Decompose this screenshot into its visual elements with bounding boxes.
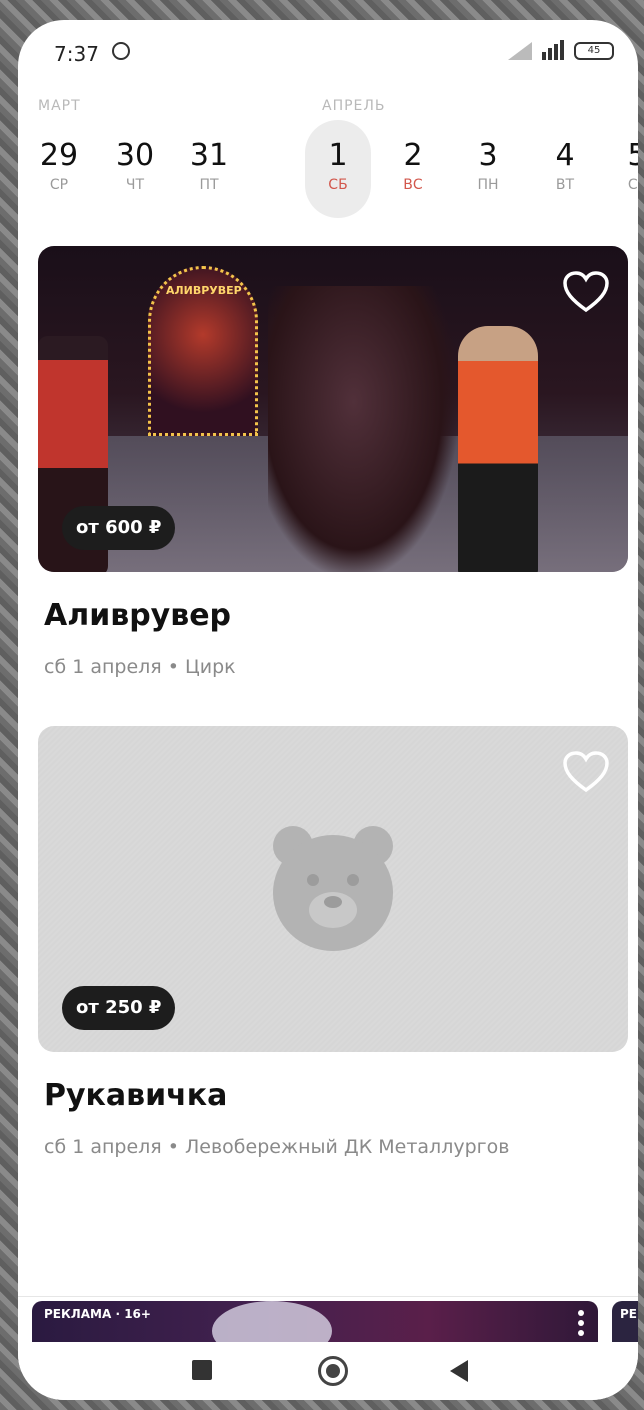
day-number: 3 bbox=[478, 138, 498, 173]
price-badge: от 600 ₽ bbox=[62, 506, 176, 550]
cellular-icon bbox=[542, 40, 564, 60]
day-number: 30 bbox=[115, 138, 155, 173]
phone-screen: 7:37 45 МАРТ АПРЕЛЬ 29 СР 30 ЧТ 31 ПТ 1 … bbox=[18, 20, 638, 1400]
price-badge: от 250 ₽ bbox=[62, 986, 176, 1030]
day-29[interactable]: 29 СР bbox=[26, 120, 92, 218]
favorite-button[interactable] bbox=[560, 266, 612, 318]
performer bbox=[458, 326, 538, 572]
day-number: 1 bbox=[328, 138, 348, 173]
day-number: 29 bbox=[39, 138, 79, 173]
day-weekday: СБ bbox=[328, 177, 348, 193]
square-icon[interactable] bbox=[192, 1360, 212, 1380]
system-nav-bar bbox=[18, 1342, 638, 1400]
day-3[interactable]: 3 ПН bbox=[455, 120, 521, 218]
more-vertical-icon[interactable] bbox=[578, 1309, 584, 1337]
event-image-alivruver[interactable]: АЛИВРУВЕР от 600 ₽ bbox=[38, 246, 628, 572]
day-weekday: СР bbox=[49, 177, 69, 193]
day-30[interactable]: 30 ЧТ bbox=[102, 120, 168, 218]
horse-figure bbox=[268, 286, 458, 572]
alarm-icon bbox=[112, 42, 130, 60]
ad-label: РЕКЛАМА · 16+ bbox=[44, 1307, 151, 1321]
home-circle-icon[interactable] bbox=[318, 1356, 348, 1386]
day-number: 4 bbox=[555, 138, 575, 173]
day-weekday: ПН bbox=[477, 177, 499, 193]
status-time: 7:37 bbox=[54, 42, 99, 66]
day-5[interactable]: 5 СР bbox=[604, 120, 638, 218]
event-title[interactable]: Рукавичка bbox=[44, 1078, 227, 1113]
event-title[interactable]: Аливрувер bbox=[44, 598, 231, 633]
month-label-march: МАРТ bbox=[38, 98, 81, 114]
day-weekday: ВТ bbox=[555, 177, 575, 193]
day-31[interactable]: 31 ПТ bbox=[176, 120, 242, 218]
ad-moon bbox=[212, 1301, 332, 1345]
ad-label: РЕ bbox=[620, 1307, 637, 1321]
day-weekday: ЧТ bbox=[125, 177, 145, 193]
day-number: 2 bbox=[403, 138, 423, 173]
circus-sign: АЛИВРУВЕР bbox=[166, 284, 242, 297]
day-2[interactable]: 2 ВС bbox=[380, 120, 446, 218]
favorite-button[interactable] bbox=[560, 746, 612, 798]
day-number: 31 bbox=[189, 138, 229, 173]
month-label-april: АПРЕЛЬ bbox=[322, 98, 386, 114]
bear-icon bbox=[273, 826, 393, 951]
day-weekday: ПТ bbox=[199, 177, 219, 193]
day-weekday: ВС bbox=[403, 177, 423, 193]
ad-banner-next[interactable]: РЕ bbox=[612, 1301, 638, 1345]
event-image-rukavichka[interactable]: от 250 ₽ bbox=[38, 726, 628, 1052]
heart-icon bbox=[563, 271, 609, 313]
battery-icon: 45 bbox=[574, 42, 614, 60]
date-strip[interactable]: 29 СР 30 ЧТ 31 ПТ 1 СБ 2 ВС 3 ПН 4 ВТ 5 bbox=[18, 120, 638, 220]
event-meta: сб 1 апреля • Левобережный ДК Металлурго… bbox=[44, 1136, 510, 1158]
ad-strip: РЕКЛАМА · 16+ РЕ bbox=[18, 1296, 638, 1345]
back-triangle-icon[interactable] bbox=[450, 1360, 468, 1382]
day-number: 5 bbox=[627, 138, 638, 173]
heart-icon bbox=[563, 751, 609, 793]
day-1-selected[interactable]: 1 СБ bbox=[305, 120, 371, 218]
day-4[interactable]: 4 ВТ bbox=[532, 120, 598, 218]
signal-icon bbox=[508, 42, 532, 60]
event-meta: сб 1 апреля • Цирк bbox=[44, 656, 236, 678]
day-weekday: СР bbox=[627, 177, 638, 193]
ad-banner[interactable]: РЕКЛАМА · 16+ bbox=[32, 1301, 598, 1345]
status-bar: 7:37 45 bbox=[18, 20, 638, 80]
